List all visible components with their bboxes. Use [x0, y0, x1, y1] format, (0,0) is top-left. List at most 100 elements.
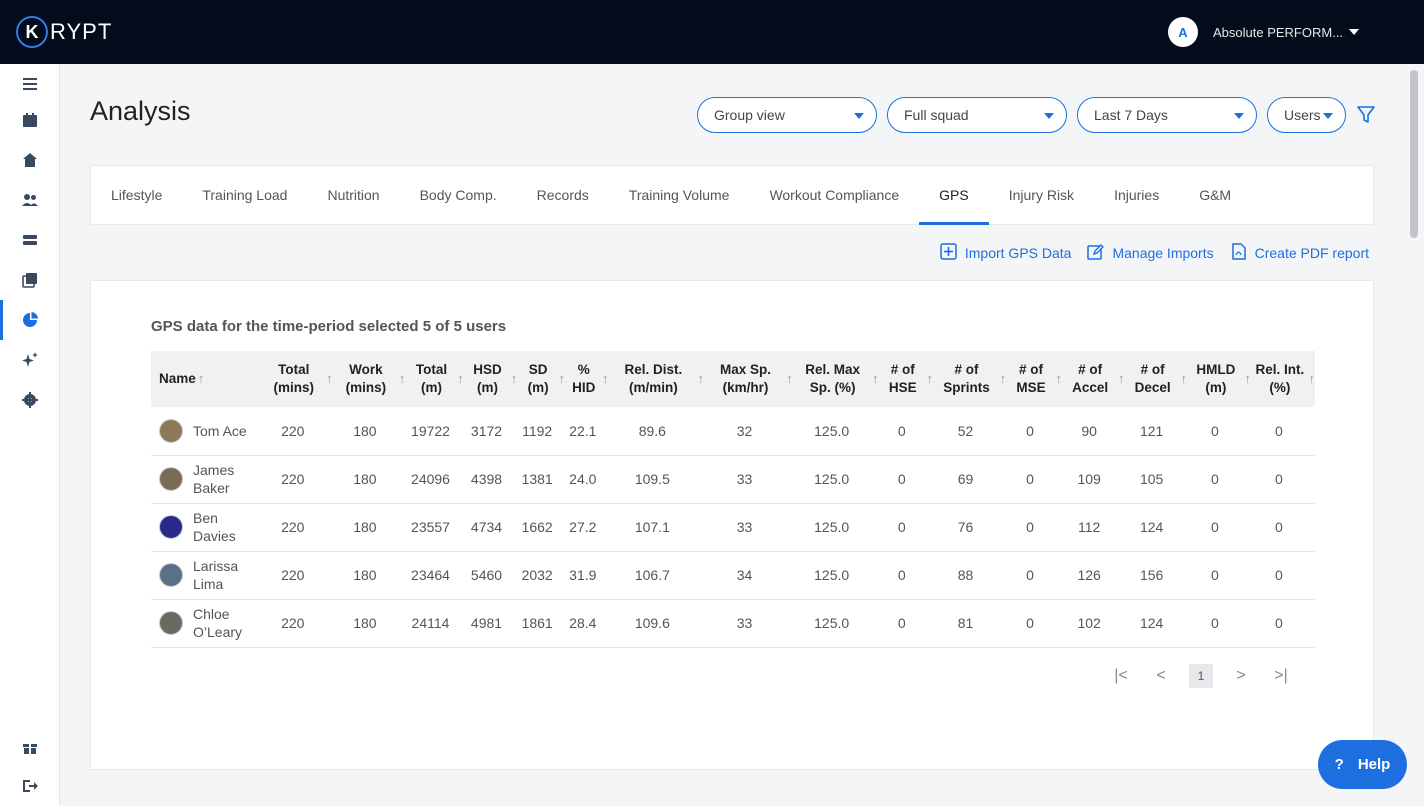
athlete-name[interactable]: Chloe O’Leary: [193, 605, 253, 641]
create-pdf-label: Create PDF report: [1254, 245, 1369, 261]
first-page-button[interactable]: |<: [1109, 664, 1133, 688]
column-header[interactable]: Total (mins) ↑: [261, 351, 332, 407]
brand-name: RYPT: [50, 19, 113, 44]
table-cell: 124: [1139, 615, 1164, 631]
column-header[interactable]: # of Accel ↑: [1062, 351, 1124, 407]
period-select[interactable]: Last 7 Days: [1077, 97, 1257, 133]
tab-injury-risk[interactable]: Injury Risk: [989, 166, 1094, 224]
tab-gm[interactable]: G&M: [1179, 166, 1251, 224]
table-cell: 0: [897, 615, 906, 631]
athlete-name[interactable]: Tom Ace: [193, 422, 247, 440]
table-cell: 0: [1275, 567, 1283, 583]
tab-training-load[interactable]: Training Load: [182, 166, 307, 224]
tab-injuries[interactable]: Injuries: [1094, 166, 1179, 224]
table-cell: 33: [736, 615, 753, 631]
sidebar-item-gift[interactable]: [0, 727, 60, 767]
avatar: [159, 611, 183, 635]
table-cell: 126: [1077, 567, 1101, 583]
tab-workout-compliance[interactable]: Workout Compliance: [749, 166, 919, 224]
filter-icon[interactable]: [1356, 105, 1376, 125]
column-header-label: SD (m): [527, 362, 549, 395]
tab-lifestyle[interactable]: Lifestyle: [91, 166, 182, 224]
column-header[interactable]: % HID ↑: [565, 351, 608, 407]
table-row[interactable]: Chloe O’Leary 220 180 24114 4981 1861 28.4 109.…: [151, 599, 1315, 647]
last-page-button[interactable]: >|: [1269, 664, 1293, 688]
sort-arrow-icon[interactable]: ↑: [1309, 370, 1316, 388]
column-header[interactable]: Max Sp. (km/hr) ↑: [704, 351, 793, 407]
tab-gps[interactable]: GPS: [919, 166, 989, 225]
squad-select[interactable]: Full squad: [887, 97, 1067, 133]
column-header[interactable]: # of MSE ↑: [1006, 351, 1062, 407]
athlete-name[interactable]: James Baker: [193, 461, 253, 497]
import-gps-button[interactable]: Import GPS Data: [940, 243, 1072, 263]
tab-nutrition[interactable]: Nutrition: [307, 166, 399, 224]
caret-down-icon: [1349, 29, 1360, 35]
column-header[interactable]: SD (m) ↑: [517, 351, 565, 407]
table-cell: 0: [1211, 519, 1219, 535]
org-switcher[interactable]: A Absolute PERFORM...: [1168, 17, 1360, 47]
manage-imports-button[interactable]: Manage Imports: [1087, 243, 1214, 263]
sidebar-item-calendar[interactable]: [0, 100, 60, 140]
org-avatar: A: [1168, 17, 1198, 47]
action-bar: Import GPS Data Manage Imports Create PD…: [924, 243, 1369, 263]
sidebar-item-media[interactable]: [0, 260, 60, 300]
sidebar-item-menu[interactable]: [0, 64, 60, 104]
column-header-label: Rel. Max Sp. (%): [805, 362, 861, 395]
scrollbar[interactable]: [1410, 70, 1418, 238]
import-gps-label: Import GPS Data: [964, 245, 1072, 261]
help-button[interactable]: ? Help: [1318, 740, 1407, 789]
table-cell: 109.6: [634, 615, 670, 631]
table-cell: 27.2: [569, 519, 597, 535]
column-header[interactable]: # of Sprints ↑: [933, 351, 1006, 407]
column-header-label: HMLD (m): [1196, 362, 1236, 395]
column-header[interactable]: Rel. Dist. (m/min) ↑: [609, 351, 704, 407]
table-cell: 22.1: [569, 422, 597, 439]
sidebar-item-settings[interactable]: [0, 380, 60, 420]
table-cell: 0: [1026, 471, 1034, 487]
page-number-button[interactable]: 1: [1189, 664, 1213, 688]
sidebar-item-ai[interactable]: [0, 340, 60, 380]
caret-down-icon: [1323, 113, 1333, 119]
tab-training-volume[interactable]: Training Volume: [609, 166, 750, 224]
column-header[interactable]: Rel. Max Sp. (%) ↑: [793, 351, 878, 407]
sort-arrow-icon[interactable]: ↑: [198, 371, 205, 386]
table-cell: 105: [1139, 471, 1164, 487]
table-row[interactable]: Larissa Lima 220 180 23464 5460 2032 31.9 106.7…: [151, 551, 1315, 599]
column-header[interactable]: Name ↑: [151, 351, 261, 407]
sidebar-item-home[interactable]: [0, 140, 60, 180]
table-row[interactable]: Tom Ace 220 180 19722 3172 1192 22.1 89.6 32 125.…: [151, 407, 1315, 455]
logo[interactable]: K RYPT: [16, 16, 112, 48]
table-cell: 24114: [411, 615, 450, 631]
column-header[interactable]: # of Decel ↑: [1124, 351, 1187, 407]
column-header[interactable]: Total (m) ↑: [405, 351, 464, 407]
column-header[interactable]: Rel. Int. (%) ↑: [1251, 351, 1315, 407]
column-header[interactable]: HMLD (m) ↑: [1187, 351, 1250, 407]
table-row[interactable]: Ben Davies 220 180 23557 4734 1662 27.2 107.1 33…: [151, 503, 1315, 551]
prev-page-button[interactable]: <: [1149, 664, 1173, 688]
column-header-label: Rel. Int. (%): [1255, 362, 1305, 395]
table-cell: 125.0: [814, 471, 850, 487]
column-header[interactable]: # of HSE ↑: [879, 351, 933, 407]
column-header-label: HSD (m): [473, 362, 502, 395]
users-select[interactable]: Users: [1267, 97, 1346, 133]
table-cell: 90: [1081, 422, 1097, 439]
table-row[interactable]: James Baker 220 180 24096 4398 1381 24.0 109.5 3…: [151, 455, 1315, 503]
table-cell: 33: [736, 471, 753, 487]
table-cell: 34: [736, 567, 753, 583]
column-header[interactable]: HSD (m) ↑: [464, 351, 517, 407]
table-cell: 0: [897, 567, 906, 583]
sidebar-item-users[interactable]: [0, 180, 60, 220]
next-page-button[interactable]: >: [1229, 664, 1253, 688]
help-label: Help: [1357, 756, 1391, 773]
table-cell: 5460: [470, 567, 503, 583]
sidebar-item-logout[interactable]: [0, 766, 60, 806]
tab-records[interactable]: Records: [517, 166, 609, 224]
sidebar-item-analysis[interactable]: [0, 300, 60, 340]
view-select[interactable]: Group view: [697, 97, 877, 133]
create-pdf-button[interactable]: Create PDF report: [1230, 243, 1369, 263]
column-header[interactable]: Work (mins) ↑: [332, 351, 406, 407]
tab-body-comp[interactable]: Body Comp.: [400, 166, 517, 224]
sidebar-item-database[interactable]: [0, 220, 60, 260]
athlete-name[interactable]: Ben Davies: [193, 509, 253, 545]
athlete-name[interactable]: Larissa Lima: [193, 557, 253, 593]
